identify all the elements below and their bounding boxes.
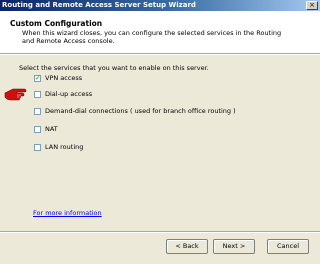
checkmark-icon: ✓ <box>35 74 41 82</box>
title-bar[interactable]: Routing and Remote Access Server Setup W… <box>0 0 320 11</box>
instruction-text: Select the services that you want to ena… <box>19 64 209 72</box>
option-nat[interactable]: NAT <box>34 125 294 135</box>
option-dial-up-access[interactable]: Dial-up access <box>34 90 294 100</box>
more-info-link[interactable]: For more information <box>33 209 102 217</box>
wizard-window: Routing and Remote Access Server Setup W… <box>0 0 320 264</box>
option-vpn-access[interactable]: ✓ VPN access <box>34 74 294 84</box>
vpn-access-label: VPN access <box>45 74 83 82</box>
option-lan-routing[interactable]: LAN routing <box>34 143 294 153</box>
dial-up-access-checkbox[interactable] <box>34 91 41 98</box>
cancel-button[interactable]: Cancel <box>267 239 309 254</box>
nat-label: NAT <box>45 125 58 133</box>
lan-routing-label: LAN routing <box>45 143 84 151</box>
demand-dial-label: Demand-dial connections ( used for branc… <box>45 107 236 115</box>
next-button[interactable]: Next > <box>213 239 255 254</box>
back-button[interactable]: < Back <box>166 239 208 254</box>
hand-pointer-icon <box>4 88 27 101</box>
dial-up-access-label: Dial-up access <box>45 90 93 98</box>
demand-dial-checkbox[interactable] <box>34 108 41 115</box>
vpn-access-checkbox[interactable]: ✓ <box>34 74 41 82</box>
nat-checkbox[interactable] <box>34 126 41 133</box>
option-demand-dial[interactable]: Demand-dial connections ( used for branc… <box>34 107 294 117</box>
wizard-content: Select the services that you want to ena… <box>0 55 320 231</box>
window-title: Routing and Remote Access Server Setup W… <box>2 1 196 9</box>
close-button[interactable]: × <box>306 1 318 10</box>
page-title: Custom Configuration <box>10 19 103 28</box>
wizard-header: Custom Configuration When this wizard cl… <box>0 11 320 53</box>
lan-routing-checkbox[interactable] <box>34 144 41 151</box>
page-description: When this wizard closes, you can configu… <box>22 29 282 45</box>
footer-divider <box>0 231 320 233</box>
